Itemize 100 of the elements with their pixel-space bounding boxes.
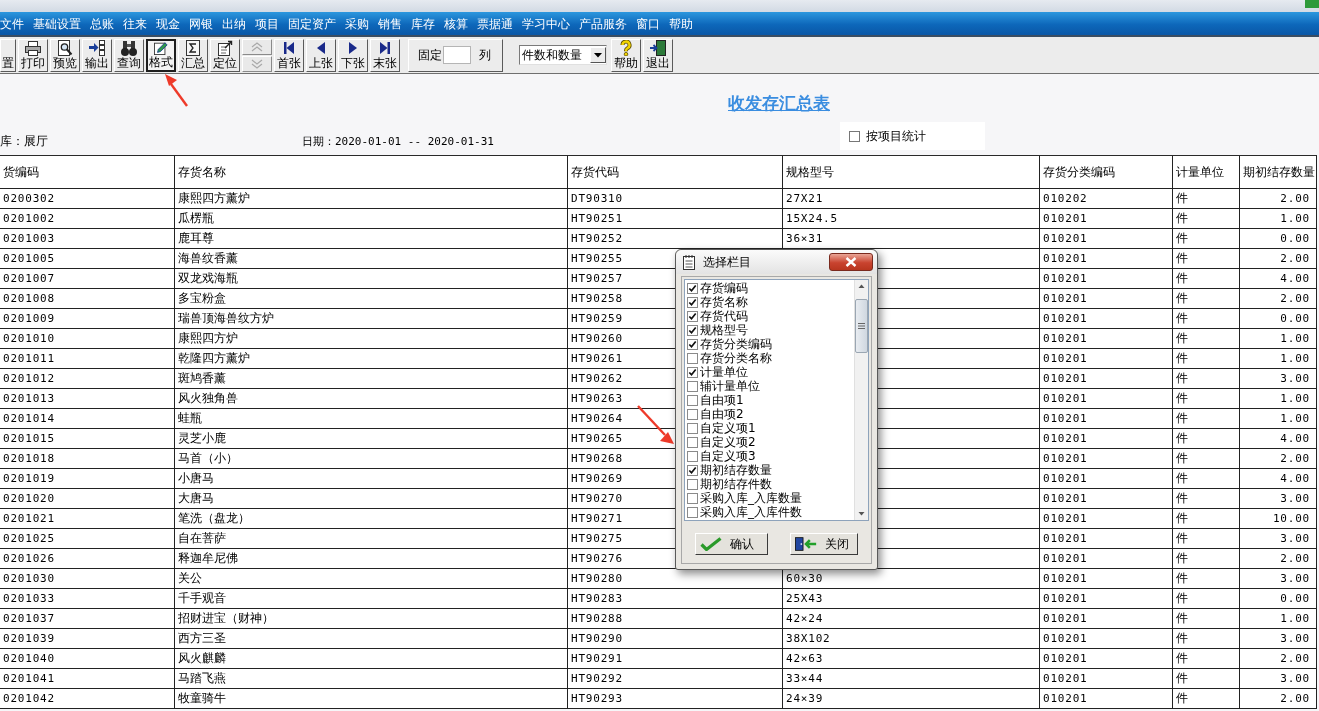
exit-button[interactable]: 退出 <box>643 38 673 72</box>
query-button[interactable]: 查询 <box>114 38 144 72</box>
table-cell: 4.00 <box>1240 469 1317 489</box>
menu-item[interactable]: 产品服务 <box>579 15 627 32</box>
checkbox[interactable] <box>687 408 698 420</box>
checkbox[interactable] <box>687 450 698 462</box>
table-cell: 2.00 <box>1240 549 1317 569</box>
previous-page-button[interactable]: 上张 <box>306 38 336 72</box>
format-button[interactable]: 格式 <box>146 38 176 72</box>
checkbox[interactable] <box>687 492 698 504</box>
checkbox[interactable] <box>687 324 698 336</box>
next-page-button[interactable]: 下张 <box>338 38 368 72</box>
table-cell: 0201007 <box>0 269 175 289</box>
table-cell: 件 <box>1173 249 1240 269</box>
table-cell: 件 <box>1173 569 1240 589</box>
table-cell: 0201014 <box>0 409 175 429</box>
table-cell: 0201025 <box>0 529 175 549</box>
table-cell: 010201 <box>1040 269 1173 289</box>
menu-item[interactable]: 网银 <box>189 15 213 32</box>
preview-button[interactable]: 预览 <box>50 38 80 72</box>
checkbox[interactable] <box>687 352 698 364</box>
table-cell: 件 <box>1173 489 1240 509</box>
scrollbar-thumb[interactable] <box>855 299 868 353</box>
table-cell: 3.00 <box>1240 529 1317 549</box>
dropdown[interactable]: 件数和数量 <box>519 45 607 65</box>
table-cell: 38X102 <box>783 629 1040 649</box>
table-cell: 2.00 <box>1240 249 1317 269</box>
table-cell: 风火麒麟 <box>175 649 568 669</box>
export-button[interactable]: 输出 <box>82 38 112 72</box>
close-button[interactable] <box>829 253 873 271</box>
checkbox[interactable] <box>687 282 698 294</box>
summary-button[interactable]: 汇总 <box>178 38 208 72</box>
checkbox[interactable] <box>687 422 698 434</box>
menu-item[interactable]: 窗口 <box>636 15 660 32</box>
checkbox[interactable] <box>849 130 860 142</box>
table-cell: 010201 <box>1040 689 1173 709</box>
double-chevron-up-icon <box>250 41 264 52</box>
checkbox[interactable] <box>687 478 698 490</box>
table-cell: 件 <box>1173 309 1240 329</box>
help-button[interactable]: 帮助 <box>611 38 641 72</box>
table-cell: 0201039 <box>0 629 175 649</box>
print-button[interactable]: 打印 <box>18 38 48 72</box>
door-arrow-icon <box>795 536 817 552</box>
checkbox[interactable] <box>687 310 698 322</box>
checkbox[interactable] <box>687 436 698 448</box>
table-cell: 马首（小） <box>175 449 568 469</box>
menu-item[interactable]: 票据通 <box>477 15 513 32</box>
menu-item[interactable]: 帮助 <box>669 15 693 32</box>
menu-item[interactable]: 总账 <box>90 15 114 32</box>
table-cell: 0201011 <box>0 349 175 369</box>
menu-item[interactable]: 固定资产 <box>288 15 336 32</box>
table-cell: 010201 <box>1040 369 1173 389</box>
checkbox[interactable] <box>687 464 698 476</box>
toolbar-button[interactable]: 置 <box>0 38 16 72</box>
table-cell: 010201 <box>1040 609 1173 629</box>
menu-item[interactable]: 基础设置 <box>33 15 81 32</box>
checkbox[interactable] <box>687 506 698 518</box>
menu-item[interactable]: 库存 <box>411 15 435 32</box>
menu-item[interactable]: 学习中心 <box>522 15 570 32</box>
table-cell: 0201021 <box>0 509 175 529</box>
checkbox[interactable] <box>687 380 698 392</box>
input-field[interactable] <box>443 46 471 64</box>
table-cell: 010201 <box>1040 569 1173 589</box>
table-cell: 3.00 <box>1240 489 1317 509</box>
checkbox[interactable] <box>687 394 698 406</box>
locate-button[interactable]: 定位 <box>210 38 240 72</box>
table-cell: 小唐马 <box>175 469 568 489</box>
table-cell: 33×44 <box>783 669 1040 689</box>
last-page-button[interactable]: 末张 <box>370 38 400 72</box>
menu-item[interactable]: 项目 <box>255 15 279 32</box>
table-cell: 010201 <box>1040 629 1173 649</box>
table-cell: 010201 <box>1040 509 1173 529</box>
menu-item[interactable]: 出纳 <box>222 15 246 32</box>
table-cell: 件 <box>1173 369 1240 389</box>
table-cell: 42×24 <box>783 609 1040 629</box>
confirm-button[interactable]: 确认 <box>695 533 768 555</box>
checkbox[interactable] <box>687 366 698 378</box>
menu-item[interactable]: 文件 <box>0 15 24 32</box>
table-cell: 1.00 <box>1240 209 1317 229</box>
scrollbar[interactable] <box>854 280 868 520</box>
table-cell: 鹿耳尊 <box>175 229 568 249</box>
table-cell: 36×31 <box>783 229 1040 249</box>
first-page-button[interactable]: 首张 <box>274 38 304 72</box>
table-cell: 关公 <box>175 569 568 589</box>
table-cell: 0.00 <box>1240 589 1317 609</box>
checkbox[interactable] <box>687 296 698 308</box>
table-cell: 2.00 <box>1240 649 1317 669</box>
table-cell: 010201 <box>1040 389 1173 409</box>
menu-item[interactable]: 往来 <box>123 15 147 32</box>
menu-item[interactable]: 现金 <box>156 15 180 32</box>
skip-end-icon <box>377 39 393 56</box>
table-cell: 010201 <box>1040 229 1173 249</box>
table-cell: 件 <box>1173 549 1240 569</box>
menu-item[interactable]: 核算 <box>444 15 468 32</box>
table-cell: 件 <box>1173 649 1240 669</box>
menu-item[interactable]: 采购 <box>345 15 369 32</box>
close-dialog-button[interactable]: 关闭 <box>790 533 858 555</box>
table-cell: 0201033 <box>0 589 175 609</box>
checkbox[interactable] <box>687 338 698 350</box>
menu-item[interactable]: 销售 <box>378 15 402 32</box>
